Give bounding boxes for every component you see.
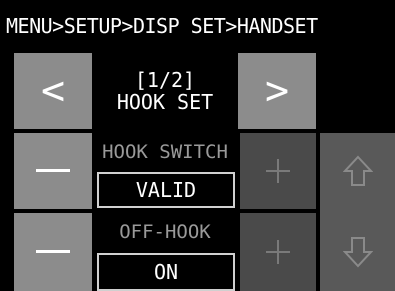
chevron-right-icon: > xyxy=(264,68,290,114)
off-hook-decrease-button[interactable] xyxy=(14,213,92,291)
hook-switch-label: HOOK SWITCH xyxy=(102,141,228,163)
off-hook-value[interactable]: ON xyxy=(97,253,235,291)
hook-switch-increase-button[interactable] xyxy=(240,133,316,209)
page-title: HOOK SET xyxy=(116,90,214,114)
next-page-button[interactable]: > xyxy=(238,53,316,129)
chevron-left-icon: < xyxy=(40,68,66,114)
scroll-up-button[interactable] xyxy=(320,133,395,209)
minus-icon xyxy=(36,250,70,253)
hook-switch-value[interactable]: VALID xyxy=(97,172,235,208)
breadcrumb: MENU>SETUP>DISP SET>HANDSET xyxy=(6,14,318,38)
arrow-up-outline-icon xyxy=(342,155,373,186)
arrow-down-outline-icon xyxy=(342,237,373,268)
hook-switch-decrease-button[interactable] xyxy=(14,133,92,209)
plus-icon xyxy=(266,159,290,183)
page-indicator: [1/2] xyxy=(134,68,196,92)
minus-icon xyxy=(36,169,70,172)
plus-icon xyxy=(266,240,290,264)
scroll-down-button[interactable] xyxy=(320,213,395,291)
off-hook-increase-button[interactable] xyxy=(240,213,316,291)
previous-page-button[interactable]: < xyxy=(14,53,92,129)
page-title-block: [1/2] HOOK SET xyxy=(92,53,238,129)
off-hook-label: OFF-HOOK xyxy=(119,221,211,243)
